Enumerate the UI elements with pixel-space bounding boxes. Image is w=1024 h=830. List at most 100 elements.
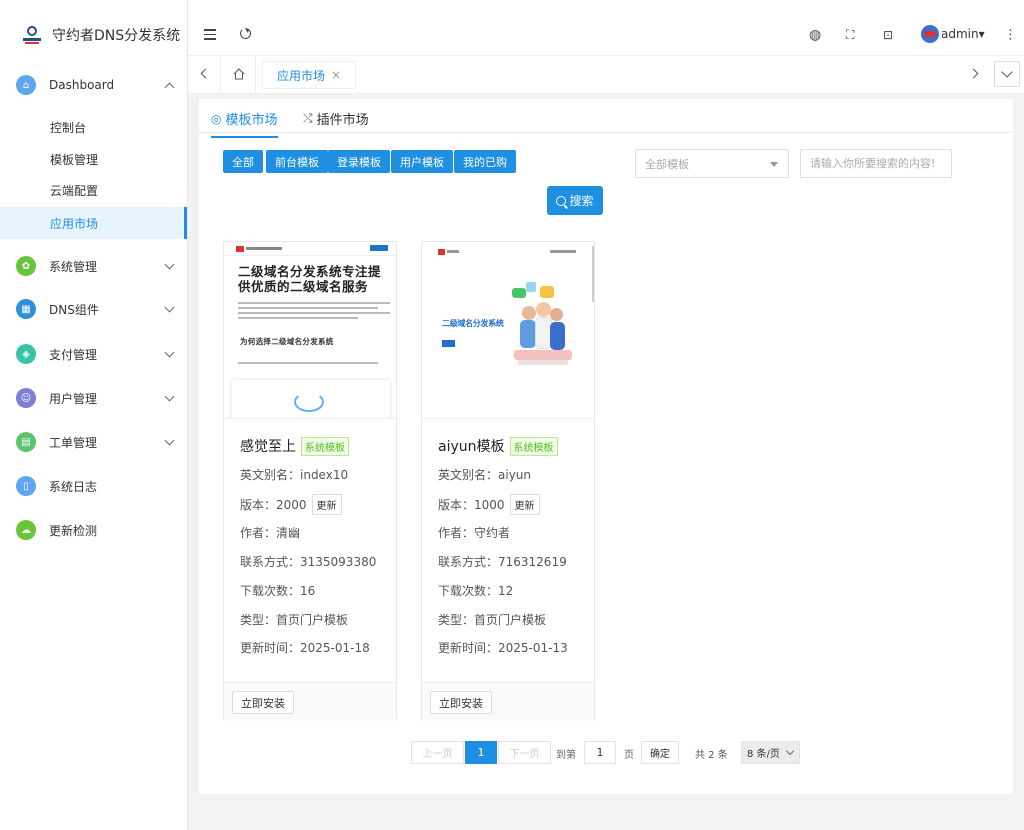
home-icon: ⌂ bbox=[16, 75, 36, 95]
sidebar-item-label: 系统日志 bbox=[49, 479, 98, 494]
chevron-down-icon bbox=[164, 391, 175, 401]
sidebar-item-system[interactable]: ✿ 系统管理 bbox=[0, 244, 187, 288]
template-name: aiyun模板 bbox=[438, 439, 505, 455]
search-button-label: 搜索 bbox=[569, 194, 594, 208]
lock-icon[interactable]: ⊡ bbox=[883, 28, 893, 42]
sidebar-item-label: Dashboard bbox=[49, 78, 115, 92]
template-alias: 英文别名：aiyun bbox=[438, 468, 532, 482]
next-page-button[interactable]: 下一页 bbox=[498, 741, 551, 764]
select-value: 全部模板 bbox=[645, 157, 689, 171]
chevron-left-icon[interactable] bbox=[200, 68, 211, 79]
menu-toggle-icon[interactable] bbox=[204, 29, 216, 43]
template-author: 作者：清幽 bbox=[240, 526, 301, 540]
avatar[interactable] bbox=[921, 25, 939, 43]
filter-login-button[interactable]: 登录模板 bbox=[328, 150, 390, 173]
template-author: 作者：守约者 bbox=[438, 526, 511, 540]
close-icon[interactable]: × bbox=[331, 68, 341, 82]
template-thumbnail[interactable]: 二级域名分发系统专注提供优质的二级域名服务 为何选择二级域名分发系统 bbox=[224, 242, 396, 419]
tab-template-market[interactable]: ◎ 模板市场 bbox=[211, 109, 278, 138]
template-card: 二级域名分发系统 aiyun模板 系统模板 英文别名：aiyun 版本：1000… bbox=[421, 241, 595, 721]
user-icon: ☺ bbox=[16, 388, 36, 408]
search-icon bbox=[556, 195, 567, 206]
search-input[interactable] bbox=[800, 149, 952, 178]
fullscreen-icon[interactable]: ⛶ bbox=[846, 28, 854, 43]
sidebar-sub-app-market[interactable]: 应用市场 bbox=[0, 207, 187, 239]
page-suffix-label: 页 bbox=[624, 750, 634, 761]
app-logo[interactable]: 守约者DNS分发系统 bbox=[0, 0, 187, 70]
template-updated: 更新时间：2025-01-18 bbox=[240, 641, 370, 655]
loading-icon bbox=[294, 392, 324, 412]
page-1-button[interactable]: 1 bbox=[465, 741, 497, 764]
install-button[interactable]: 立即安装 bbox=[430, 691, 492, 714]
plugin-icon: ⤭ bbox=[303, 111, 313, 125]
sidebar-item-logs[interactable]: ▯ 系统日志 bbox=[0, 464, 187, 508]
sidebar-item-update-check[interactable]: ☁ 更新检测 bbox=[0, 508, 187, 552]
shield-icon: ◈ bbox=[16, 344, 36, 364]
search-button[interactable]: 搜索 bbox=[547, 186, 603, 215]
confirm-page-button[interactable]: 确定 bbox=[641, 741, 679, 764]
template-contact: 联系方式：3135093380 bbox=[240, 555, 377, 569]
people-illustration-icon bbox=[510, 282, 580, 382]
sidebar-item-label: 支付管理 bbox=[49, 347, 98, 362]
tab-bar: 应用市场 × bbox=[188, 56, 1024, 94]
sidebar-sub-cloud-config[interactable]: 云端配置 bbox=[0, 174, 187, 206]
sidebar-item-users[interactable]: ☺ 用户管理 bbox=[0, 376, 187, 420]
sidebar-item-tickets[interactable]: ▤ 工单管理 bbox=[0, 420, 187, 464]
sidebar-sub-console[interactable]: 控制台 bbox=[0, 111, 187, 143]
system-template-badge: 系统模板 bbox=[301, 436, 349, 456]
content-tabs: ◎ 模板市场 ⤭ 插件市场 bbox=[199, 99, 1013, 138]
filter-all-button[interactable]: 全部 bbox=[223, 150, 263, 173]
tab-label: 模板市场 bbox=[225, 113, 278, 128]
refresh-icon[interactable] bbox=[240, 28, 251, 39]
template-type: 类型：首页门户模板 bbox=[240, 613, 349, 627]
home-tab[interactable] bbox=[220, 56, 256, 94]
template-type-select[interactable]: 全部模板 bbox=[635, 149, 789, 178]
goto-page-input[interactable]: 1 bbox=[584, 741, 616, 764]
logo-icon bbox=[438, 249, 445, 255]
chevron-right-icon[interactable] bbox=[968, 68, 979, 79]
prev-page-button[interactable]: 上一页 bbox=[411, 741, 464, 764]
cloud-icon: ☁ bbox=[16, 520, 36, 540]
filter-purchased-button[interactable]: 我的已购 bbox=[454, 150, 516, 173]
sidebar-item-dns[interactable]: ▦ DNS组件 bbox=[0, 287, 187, 331]
chevron-down-icon bbox=[164, 302, 175, 312]
template-thumbnail[interactable]: 二级域名分发系统 bbox=[422, 242, 594, 419]
chevron-down-icon bbox=[164, 435, 175, 445]
more-vertical-icon[interactable]: ⋮ bbox=[1004, 28, 1017, 43]
tab-options-button[interactable] bbox=[994, 61, 1020, 87]
page-size-value: 8 条/页 bbox=[747, 749, 780, 760]
filter-frontend-button[interactable]: 前台模板 bbox=[266, 150, 328, 173]
logo-icon bbox=[22, 25, 42, 45]
filter-user-button[interactable]: 用户模板 bbox=[391, 150, 453, 173]
template-type: 类型：首页门户模板 bbox=[438, 613, 547, 627]
sidebar-item-label: DNS组件 bbox=[49, 302, 99, 317]
install-button[interactable]: 立即安装 bbox=[232, 691, 294, 714]
user-menu[interactable]: admin▾ bbox=[941, 27, 985, 41]
total-count: 共 2 条 bbox=[695, 750, 728, 761]
sidebar-item-dashboard[interactable]: ⌂ Dashboard bbox=[0, 63, 187, 107]
tab-app-market[interactable]: 应用市场 × bbox=[262, 61, 357, 89]
page-size-select[interactable]: 8 条/页 bbox=[741, 741, 800, 764]
template-footer: 立即安装 bbox=[422, 682, 594, 721]
chevron-down-icon bbox=[164, 259, 175, 269]
sidebar-sub-template-manage[interactable]: 模板管理 bbox=[0, 143, 187, 175]
chevron-down-icon bbox=[785, 746, 795, 756]
chevron-up-icon bbox=[164, 82, 175, 92]
logo-icon bbox=[236, 246, 244, 252]
tab-label: 应用市场 bbox=[277, 68, 326, 83]
sidebar: 守约者DNS分发系统 ⌂ Dashboard 控制台 模板管理 云端配置 应用市… bbox=[0, 0, 188, 830]
thumb-subheading: 为何选择二级域名分发系统 bbox=[240, 337, 334, 346]
template-name: 感觉至上 bbox=[240, 439, 296, 455]
globe-icon[interactable]: ◍ bbox=[809, 27, 821, 43]
ticket-icon: ▤ bbox=[16, 432, 36, 452]
template-updated: 更新时间：2025-01-13 bbox=[438, 641, 568, 655]
update-button[interactable]: 更新 bbox=[509, 494, 540, 515]
template-downloads: 下载次数：12 bbox=[438, 584, 514, 598]
thumb-title: 二级域名分发系统 bbox=[442, 319, 504, 328]
tab-plugin-market[interactable]: ⤭ 插件市场 bbox=[303, 109, 369, 128]
update-button[interactable]: 更新 bbox=[311, 494, 342, 515]
template-version: 版本：2000 bbox=[240, 498, 307, 512]
system-template-badge: 系统模板 bbox=[509, 436, 558, 456]
sidebar-item-payment[interactable]: ◈ 支付管理 bbox=[0, 332, 187, 376]
template-contact: 联系方式：716312619 bbox=[438, 555, 567, 569]
